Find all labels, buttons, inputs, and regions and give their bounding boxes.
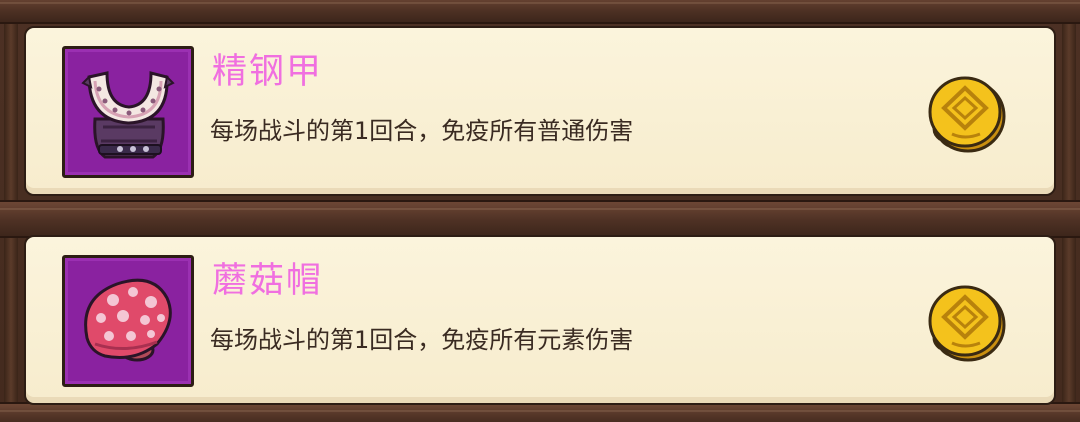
item-card-mushroom-hat[interactable]: 蘑菇帽 每场战斗的第1回合，免疫所有元素伤害 — [24, 235, 1056, 405]
item-card-steel-armor[interactable]: 精钢甲 每场战斗的第1回合，免疫所有普通伤害 — [24, 26, 1056, 196]
gold-coin-button[interactable] — [922, 68, 1010, 156]
item-description: 每场战斗的第1回合，免疫所有元素伤害 — [210, 326, 634, 354]
shop-list: 精钢甲 每场战斗的第1回合，免疫所有普通伤害 蘑菇帽 每场战斗的第1回合，免疫所… — [0, 0, 1080, 422]
gold-coin-button[interactable] — [922, 277, 1010, 365]
steel-armor-icon — [81, 71, 175, 159]
gold-coin-icon — [928, 76, 1006, 153]
wood-shelf-bottom — [0, 402, 1080, 422]
item-name: 蘑菇帽 — [212, 261, 324, 301]
gold-coin-icon — [928, 285, 1006, 362]
wood-shelf-top — [0, 0, 1080, 24]
wood-shelf-middle — [0, 200, 1080, 238]
item-description: 每场战斗的第1回合，免疫所有普通伤害 — [210, 117, 634, 145]
item-icon-frame — [62, 46, 194, 178]
item-name: 精钢甲 — [212, 52, 324, 92]
mushroom-hat-icon — [84, 278, 172, 362]
item-icon-frame — [62, 255, 194, 387]
